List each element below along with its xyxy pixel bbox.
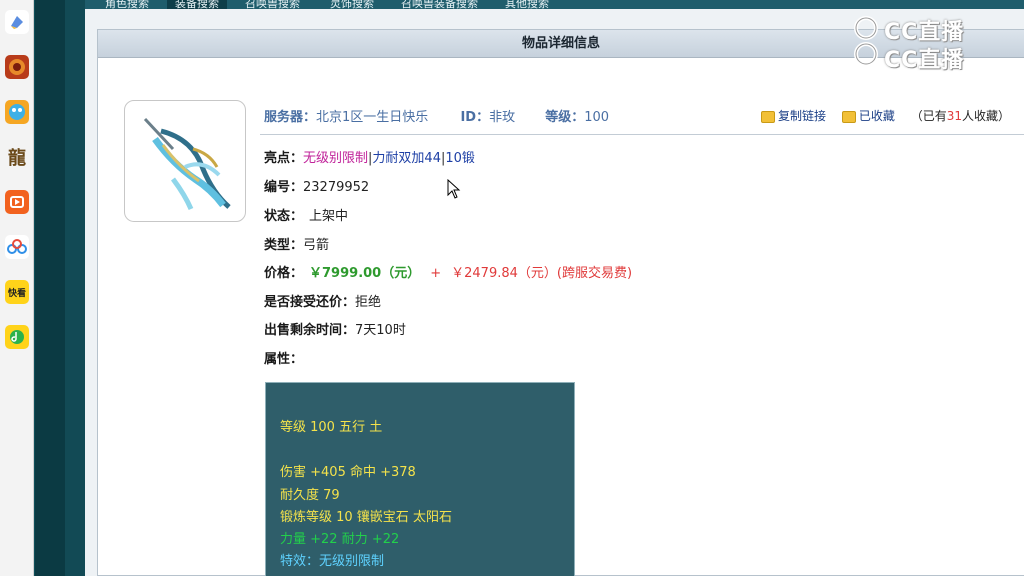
- fav-suffix: 人收藏）: [961, 109, 1010, 123]
- tab-ornament-search[interactable]: 灵饰搜索: [330, 0, 374, 9]
- number-value: 23279952: [303, 180, 370, 195]
- stat-durability: 耐久度 79: [280, 488, 340, 503]
- price-label: 价格：: [264, 266, 304, 281]
- favorite-label: 已收藏: [858, 109, 895, 123]
- video-app-icon[interactable]: [5, 190, 29, 214]
- counter-offer-label: 是否接受还价：: [264, 295, 356, 310]
- bow-icon: [143, 117, 231, 211]
- type-value: 弓箭: [303, 238, 330, 253]
- type-label: 类型：: [264, 238, 304, 253]
- number-label: 编号：: [264, 180, 304, 195]
- status-label: 状态：: [264, 209, 304, 224]
- stat-special-effect: 特效：无级别限制: [280, 554, 385, 569]
- tab-other-search[interactable]: 其他搜索: [505, 0, 549, 9]
- status-row: 状态： 上架中: [264, 205, 348, 224]
- stat-damage-hit: 伤害 +405 命中 +378: [280, 465, 416, 480]
- id-label: ID：: [460, 110, 490, 125]
- highlight-label: 亮点：: [264, 151, 304, 166]
- content-panel: 物品详细信息 服务器：北京1区一生日快乐 ID：非玫 等级：100 复制链接 已…: [85, 9, 1024, 576]
- kuaikan-app-icon[interactable]: 快看: [5, 280, 29, 304]
- stat-level-element: 等级 100 五行 土: [280, 420, 383, 435]
- attributes-row: 属性：: [264, 348, 303, 367]
- stat-forge-gem: 锻炼等级 10 镶嵌宝石 太阳石: [280, 510, 452, 525]
- item-header-info: 服务器：北京1区一生日快乐 ID：非玫 等级：100: [264, 106, 609, 125]
- id-value: 非玫: [489, 110, 516, 125]
- favorite-count-text: （已有31人收藏）: [911, 109, 1010, 123]
- divider: [260, 134, 1024, 135]
- highlight-row: 亮点：无级别限制|力耐双加44|10锻: [264, 147, 475, 166]
- highlight-tag-1: 无级别限制: [303, 151, 369, 166]
- level-label: 等级：: [545, 110, 585, 125]
- tab-equipment-search[interactable]: 装备搜索: [167, 0, 227, 9]
- window-border-inner: [65, 0, 85, 576]
- attributes-label: 属性：: [264, 352, 304, 367]
- status-value: 上架中: [309, 209, 349, 224]
- taskbar: 龍 快看: [0, 0, 34, 576]
- tab-pet-equipment-search[interactable]: 召唤兽装备搜索: [401, 0, 478, 9]
- server-value: 北京1区一生日快乐: [316, 110, 429, 125]
- remaining-time-value: 7天10时: [355, 323, 406, 338]
- app-launcher-icon[interactable]: [5, 10, 29, 34]
- item-image: [124, 100, 246, 222]
- remaining-time-label: 出售剩余时间：: [264, 323, 356, 338]
- price-plus: +: [430, 266, 442, 281]
- copy-link-icon: [761, 110, 775, 123]
- item-detail-card: 物品详细信息 服务器：北京1区一生日快乐 ID：非玫 等级：100 复制链接 已…: [97, 29, 1024, 576]
- game-app-icon[interactable]: [5, 55, 29, 79]
- copy-link-label: 复制链接: [778, 109, 827, 123]
- copy-link-button[interactable]: 复制链接: [761, 109, 826, 123]
- fantasy-game-icon[interactable]: [5, 100, 29, 124]
- watermark-logo-icon: [854, 42, 878, 66]
- fav-count: 31: [946, 109, 962, 123]
- remaining-time-row: 出售剩余时间：7天10时: [264, 319, 406, 338]
- tab-pet-search[interactable]: 召唤兽搜索: [245, 0, 300, 9]
- favorite-folder-icon: [841, 110, 856, 123]
- number-row: 编号：23279952: [264, 176, 369, 195]
- watermark-text-2: CC直播: [884, 48, 965, 73]
- item-actions: 复制链接 已收藏 （已有31人收藏）: [749, 107, 1010, 124]
- favorite-button[interactable]: 已收藏: [841, 109, 895, 123]
- cloud-app-icon[interactable]: [5, 235, 29, 259]
- price-row: 价格： ￥7999.00（元） + ￥2479.84（元）(跨服交易费): [264, 262, 632, 281]
- counter-offer-row: 是否接受还价：拒绝: [264, 291, 381, 310]
- price-value: ￥7999.00（元）: [309, 266, 421, 281]
- watermark-logo-icon: [854, 16, 878, 40]
- highlight-tag-2: 力耐双加44: [372, 151, 441, 166]
- server-label: 服务器：: [264, 110, 317, 125]
- highlight-tag-3: 10锻: [445, 151, 475, 166]
- mouse-cursor-icon: [447, 179, 461, 199]
- attributes-box: 等级 100 五行 土 伤害 +405 命中 +378 耐久度 79 锻炼等级 …: [265, 382, 575, 576]
- window-border: [35, 0, 65, 576]
- dragon-game-icon[interactable]: 龍: [5, 145, 29, 169]
- counter-offer-value: 拒绝: [355, 295, 382, 310]
- level-value: 100: [584, 110, 610, 125]
- stream-watermark: CC直播 CC直播: [850, 14, 990, 73]
- stat-strength-stamina: 力量 +22 耐力 +22: [280, 532, 400, 547]
- tab-role-search[interactable]: 角色搜索: [105, 0, 149, 9]
- music-app-icon[interactable]: [5, 325, 29, 349]
- type-row: 类型：弓箭: [264, 234, 329, 253]
- fav-prefix: （已有: [910, 109, 947, 123]
- search-nav: 角色搜索 装备搜索 召唤兽搜索 灵饰搜索 召唤兽装备搜索 其他搜索: [85, 0, 1024, 9]
- cross-server-fee: ￥2479.84（元）(跨服交易费): [451, 266, 633, 281]
